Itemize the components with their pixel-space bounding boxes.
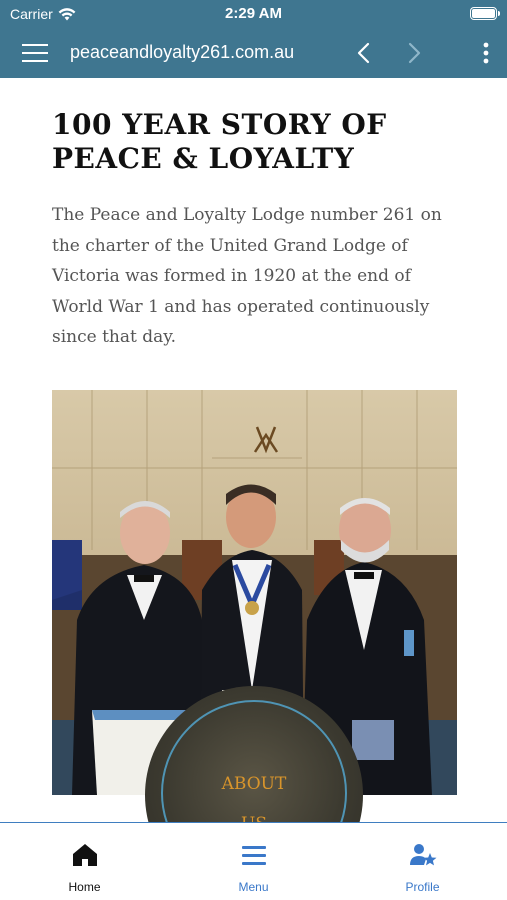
profile-icon [410,844,437,866]
more-options-icon[interactable] [476,40,496,66]
page-title: 100 YEAR STORY OF PEACE & LOYALTY [52,108,472,176]
about-us-label: ABOUT US [145,764,363,822]
status-bar: Carrier 2:29 AM [0,0,507,30]
battery-icon [470,7,500,20]
forward-chevron-icon[interactable] [402,40,426,66]
home-icon [73,844,97,866]
tab-profile[interactable]: Profile [338,823,507,900]
tab-profile-label: Profile [405,880,440,894]
page-content: 100 YEAR STORY OF PEACE & LOYALTY The Pe… [0,78,507,822]
hamburger-menu-icon[interactable] [22,42,48,64]
page-title-line-1: 100 YEAR STORY OF [52,108,387,141]
page-title-line-2: PEACE & LOYALTY [52,142,355,175]
url-display[interactable]: peaceandloyalty261.com.au [70,42,294,63]
browser-nav-bar: peaceandloyalty261.com.au [0,30,507,78]
menu-icon [242,846,266,865]
intro-paragraph: The Peace and Loyalty Lodge number 261 o… [52,205,442,347]
status-time: 2:29 AM [225,5,282,22]
bottom-tab-bar: Home Menu Profile [0,822,507,900]
tab-home-label: Home [68,880,101,894]
about-us-line-2: US [241,814,267,822]
about-us-line-1: ABOUT [221,774,287,794]
tab-home[interactable]: Home [0,823,169,900]
tab-menu-label: Menu [238,880,269,894]
tab-menu[interactable]: Menu [169,823,338,900]
back-chevron-icon[interactable] [352,40,376,66]
